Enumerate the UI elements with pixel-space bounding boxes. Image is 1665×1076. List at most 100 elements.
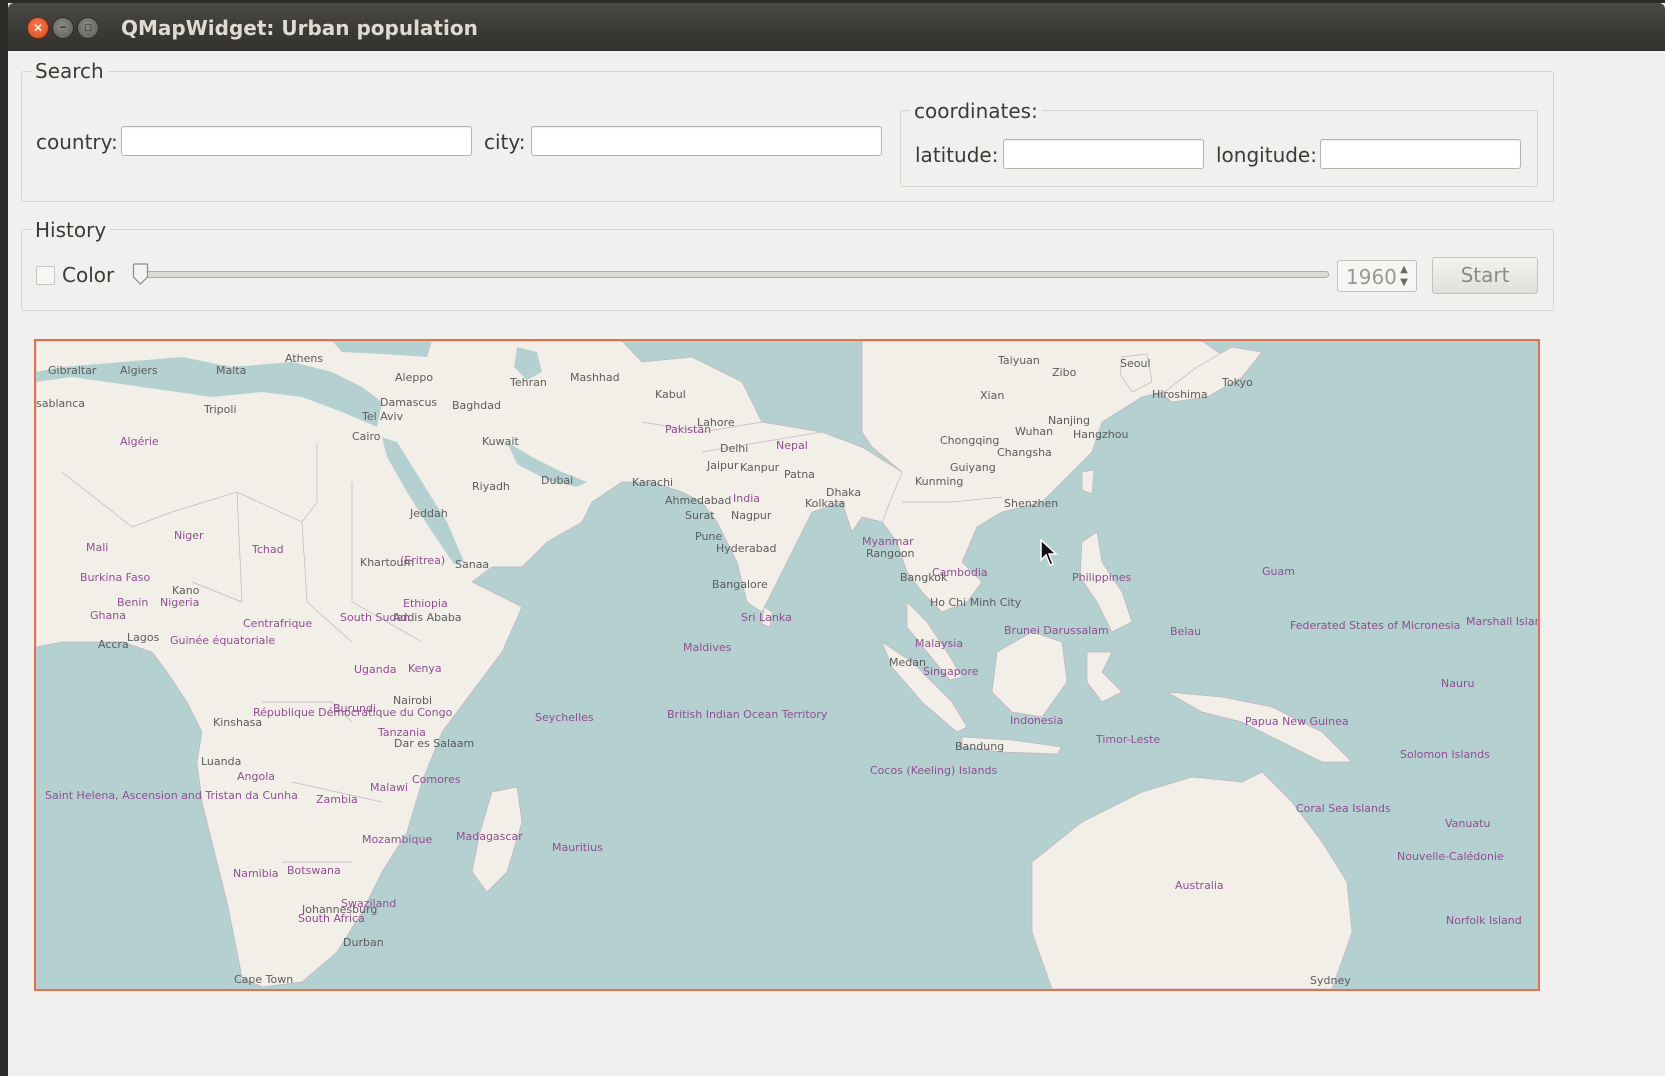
map-label-mashhad: Mashhad [570, 371, 620, 384]
start-button[interactable]: Start [1432, 257, 1538, 294]
map-label-botswana: Botswana [287, 864, 341, 877]
map-label-tokyo: Tokyo [1222, 376, 1253, 389]
history-group [21, 229, 1554, 311]
map-label-athens: Athens [285, 352, 324, 365]
map-label-india: India [733, 492, 760, 505]
map-label-angola: Angola [237, 770, 276, 783]
map-label-ghana: Ghana [90, 609, 126, 622]
map-label-centrafrique: Centrafrique [243, 617, 313, 630]
map-label-benin: Benin [117, 596, 149, 609]
map-label-indonesia: Indonesia [1010, 714, 1064, 727]
map-label-nepal: Nepal [776, 439, 808, 452]
map-label-rangoon: Rangoon [866, 547, 915, 560]
coordinates-group-title: coordinates: [910, 99, 1042, 123]
spin-up-arrow-icon[interactable]: ▲ [1394, 263, 1414, 276]
map-label-sanaa: Sanaa [455, 558, 490, 571]
map-label-kenya: Kenya [408, 662, 442, 675]
map-label-southafrica: South Africa [298, 912, 365, 925]
map-label-accra: Accra [98, 638, 129, 651]
sulawesi-land [1086, 651, 1123, 703]
map-label-kuwait: Kuwait [482, 435, 519, 448]
map-label-dubai: Dubai [541, 474, 574, 487]
map-label-malaysia: Malaysia [915, 637, 964, 650]
map-label-damascus: Damascus [380, 396, 438, 409]
map-label-karachi: Karachi [632, 476, 674, 489]
map-label-kinshasa: Kinshasa [213, 716, 263, 729]
map-label-tchad: Tchad [252, 543, 284, 556]
map-label-cairo: Cairo [352, 430, 381, 443]
map-label-patna: Patna [784, 468, 815, 481]
map-label-riyadh: Riyadh [472, 480, 510, 493]
map-label-kunming: Kunming [915, 475, 964, 488]
country-label: country: [36, 130, 118, 154]
map-label-tehran: Tehran [510, 376, 547, 389]
map-label-namibia: Namibia [233, 867, 279, 880]
map-label-malta: Malta [216, 364, 247, 377]
map-label-uganda: Uganda [354, 663, 397, 676]
map-label-southsudan: South Sudan [340, 611, 411, 624]
map-label-pakistan: Pakistan [665, 423, 712, 436]
country-input[interactable] [121, 126, 472, 156]
map-label-niger: Niger [174, 529, 204, 542]
search-group-title: Search [31, 59, 108, 83]
taiwan-land [1081, 469, 1095, 495]
close-window-button[interactable]: ✕ [27, 17, 49, 39]
map-label-cocos: Cocos (Keeling) Islands [870, 764, 998, 777]
map-label-telaviv: Tel Aviv [362, 410, 404, 423]
map-label-rdcongo: République Démocratique du Congo [253, 706, 453, 719]
map-label-solomon: Solomon Islands [1400, 748, 1490, 761]
maximize-window-button[interactable]: ▫ [77, 17, 99, 39]
minimize-window-button[interactable]: – [52, 17, 74, 39]
map-label-vanuatu: Vanuatu [1445, 817, 1491, 830]
map-label-capetown: Cape Town [234, 973, 294, 986]
map-label-kolkata: Kolkata [805, 497, 846, 510]
mouse-cursor-icon [1040, 539, 1058, 566]
map-label-shenzhen: Shenzhen [1004, 497, 1059, 510]
map-label-algiers: Algiers [120, 364, 158, 377]
close-icon: ✕ [32, 21, 44, 35]
map-label-nagpur: Nagpur [731, 509, 772, 522]
color-checkbox[interactable] [36, 266, 55, 285]
map-label-medan: Medan [889, 656, 926, 669]
map-label-surat: Surat [685, 509, 715, 522]
map-label-nouvellecaledonie: Nouvelle-Calédonie [1397, 850, 1504, 863]
map-label-norfolk: Norfolk Island [1446, 914, 1522, 927]
map-label-guinee: Guinée équatoriale [170, 634, 276, 647]
map-label-zambia: Zambia [316, 793, 358, 806]
map-label-chongqing: Chongqing [940, 434, 1000, 447]
africa-land [36, 341, 908, 988]
map-label-timor: Timor-Leste [1096, 733, 1161, 746]
map-label-hiroshima: Hiroshima [1152, 388, 1208, 401]
year-slider[interactable] [142, 271, 1329, 278]
map-label-belau: Belau [1170, 625, 1202, 638]
map-label-aleppo: Aleppo [395, 371, 434, 384]
map-label-srilanka: Sri Lanka [741, 611, 792, 624]
city-label: city: [484, 130, 526, 154]
latitude-input[interactable] [1003, 139, 1204, 169]
spin-down-arrow-icon[interactable]: ▼ [1394, 276, 1414, 289]
map-label-guiyang: Guiyang [950, 461, 996, 474]
map-label-baghdad: Baghdad [452, 399, 501, 412]
map-label-mozambique: Mozambique [362, 833, 433, 846]
map-label-hochiminh: Ho Chi Minh City [930, 596, 1022, 609]
color-label: Color [62, 263, 115, 287]
title-bar: ✕ – ▫ QMapWidget: Urban population [8, 3, 1665, 51]
map-view[interactable]: Gibraltar Algiers Malta Athens Aleppo Tehran M… [34, 339, 1540, 991]
map-label-bangalore: Bangalore [712, 578, 768, 591]
map-label-hangzhou: Hangzhou [1073, 428, 1129, 441]
map-label-jeddah: Jeddah [410, 507, 448, 520]
map-label-comores: Comores [412, 773, 461, 786]
map-label-algerie: Algérie [120, 435, 159, 448]
map-label-jaipur: Jaipur [707, 459, 739, 472]
year-spinbox[interactable]: 1960 ▲ ▼ [1337, 260, 1417, 292]
city-input[interactable] [531, 126, 882, 156]
longitude-input[interactable] [1320, 139, 1521, 169]
map-label-delhi: Delhi [720, 442, 749, 455]
map-label-ethiopia: Ethiopia [403, 597, 448, 610]
map-label-nigeria: Nigeria [160, 596, 200, 609]
year-slider-handle[interactable] [132, 263, 149, 285]
map-label-madagascar: Madagascar [456, 830, 523, 843]
minimize-icon: – [59, 20, 67, 35]
map-label-philippines: Philippines [1072, 571, 1132, 584]
map-label-tripoli: Tripoli [204, 403, 237, 416]
